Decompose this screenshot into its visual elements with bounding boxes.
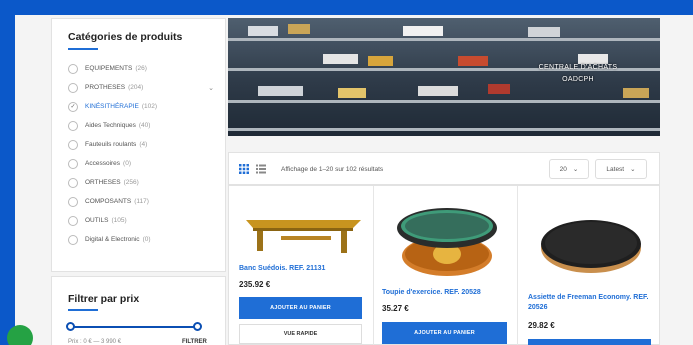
- category-count: (256): [123, 179, 139, 186]
- category-label: COMPOSANTS: [85, 198, 132, 205]
- category-label: Digital & Electronic: [85, 236, 140, 243]
- category-item-protheses[interactable]: PROTHESES (204) ⌄: [68, 78, 218, 97]
- grid-view-icon[interactable]: [239, 164, 249, 174]
- product-price: 235.92 €: [239, 280, 271, 289]
- product-grid: Banc Suédois. REF. 21131 235.92 € AJOUTE…: [228, 185, 660, 345]
- title-underline: [68, 48, 98, 50]
- price-slider-max-handle[interactable]: [193, 322, 202, 331]
- chevron-down-icon[interactable]: ⌄: [208, 84, 214, 92]
- add-to-cart-button[interactable]: [528, 339, 651, 345]
- quick-view-button[interactable]: VUE RAPIDE: [239, 324, 362, 344]
- product-image-balance-top[interactable]: [392, 204, 502, 284]
- list-view-icon[interactable]: [256, 164, 266, 174]
- banner-line-2: OADCPH: [562, 76, 594, 83]
- product-title[interactable]: Banc Suédois. REF. 21131: [239, 264, 369, 274]
- store-banner-image: CENTRALE D'ACHATS OADCPH: [228, 18, 660, 136]
- price-filter-title: Filtrer par prix: [68, 293, 140, 305]
- radio-icon[interactable]: [68, 120, 78, 131]
- product-card[interactable]: Banc Suédois. REF. 21131 235.92 € AJOUTE…: [229, 186, 374, 345]
- per-page-value: 20: [559, 165, 567, 173]
- price-slider-min-handle[interactable]: [66, 322, 75, 331]
- category-list: EQUIPEMENTS (26) PROTHESES (204) ⌄ ✓ KIN…: [68, 59, 218, 249]
- category-count: (102): [141, 103, 158, 110]
- category-item-kinesitherapie[interactable]: ✓ KINÉSITHÉRAPIE (102): [68, 97, 218, 116]
- add-to-cart-button[interactable]: AJOUTER AU PANIER: [239, 297, 362, 319]
- category-item-ortheses[interactable]: ORTHESES (256): [68, 173, 218, 192]
- category-count: (4): [139, 141, 148, 148]
- product-card[interactable]: Assiette de Freeman Economy. REF. 20526 …: [518, 186, 661, 345]
- category-label: Accessoires: [85, 160, 121, 167]
- category-item-composants[interactable]: COMPOSANTS (117): [68, 192, 218, 211]
- per-page-select[interactable]: 20 ⌄: [549, 159, 589, 179]
- categories-panel: Catégories de produits EQUIPEMENTS (26) …: [51, 18, 226, 272]
- category-label: Aides Techniques: [85, 122, 136, 129]
- category-count: (26): [135, 65, 147, 72]
- category-count: (105): [111, 217, 127, 224]
- radio-icon[interactable]: [68, 196, 78, 207]
- radio-icon[interactable]: [68, 63, 78, 74]
- category-count: (204): [128, 84, 144, 91]
- product-image-bench[interactable]: [241, 198, 366, 258]
- category-count: (0): [123, 160, 131, 167]
- chevron-down-icon: ⌄: [630, 166, 636, 173]
- chat-button[interactable]: [7, 325, 33, 345]
- radio-icon[interactable]: [68, 234, 78, 245]
- category-item-fauteuils-roulants[interactable]: Fauteuils roulants (4): [68, 135, 218, 154]
- sort-value: Latest: [606, 165, 625, 173]
- price-slider-track[interactable]: [69, 326, 199, 328]
- product-card[interactable]: Toupie d'exercice. REF. 20528 35.27 € AJ…: [374, 186, 518, 345]
- radio-icon[interactable]: [68, 215, 78, 226]
- add-to-cart-button[interactable]: AJOUTER AU PANIER: [382, 322, 507, 344]
- page: Catégories de produits EQUIPEMENTS (26) …: [15, 15, 693, 345]
- category-item-digital-electronic[interactable]: Digital & Electronic (0): [68, 230, 218, 249]
- banner-caption: CENTRALE D'ACHATS OADCPH: [528, 62, 628, 86]
- categories-title: Catégories de produits: [68, 31, 183, 43]
- category-label: OUTILS: [85, 217, 109, 224]
- category-label: ORTHESES: [85, 179, 121, 186]
- product-price: 35.27 €: [382, 304, 409, 313]
- banner-line-1: CENTRALE D'ACHATS: [538, 64, 618, 71]
- radio-icon[interactable]: [68, 177, 78, 188]
- check-icon[interactable]: ✓: [68, 101, 78, 112]
- chevron-down-icon: ⌄: [572, 166, 579, 173]
- radio-icon[interactable]: [68, 158, 78, 169]
- category-count: (117): [134, 198, 149, 205]
- category-label: EQUIPEMENTS: [85, 65, 133, 72]
- sort-select[interactable]: Latest ⌄: [595, 159, 647, 179]
- radio-icon[interactable]: [68, 139, 78, 150]
- category-label: PROTHESES: [85, 84, 126, 91]
- results-count: Affichage de 1–20 sur 102 résultats: [281, 166, 384, 173]
- product-title[interactable]: Assiette de Freeman Economy. REF. 20526: [528, 293, 656, 313]
- category-item-accessoires[interactable]: Accessoires (0): [68, 154, 218, 173]
- category-item-outils[interactable]: OUTILS (105): [68, 211, 218, 230]
- category-item-aides-techniques[interactable]: Aides Techniques (40): [68, 116, 218, 135]
- product-title[interactable]: Toupie d'exercice. REF. 20528: [382, 288, 512, 298]
- title-underline: [68, 309, 98, 311]
- category-count: (40): [138, 122, 151, 129]
- product-price: 29.82 €: [528, 321, 555, 330]
- category-label: KINÉSITHÉRAPIE: [85, 103, 139, 110]
- shop-toolbar: Affichage de 1–20 sur 102 résultats 20 ⌄…: [228, 152, 660, 185]
- filter-button[interactable]: FILTRER: [182, 339, 207, 345]
- price-filter-panel: Filtrer par prix Prix : 0 € — 3 990 € FI…: [51, 276, 226, 345]
- product-image-freeman-plate[interactable]: [536, 206, 646, 286]
- category-item-equipements[interactable]: EQUIPEMENTS (26): [68, 59, 218, 78]
- category-count: (0): [142, 236, 151, 243]
- price-range-text: Prix : 0 € — 3 990 €: [68, 339, 122, 345]
- radio-icon[interactable]: [68, 82, 78, 93]
- category-label: Fauteuils roulants: [85, 141, 137, 148]
